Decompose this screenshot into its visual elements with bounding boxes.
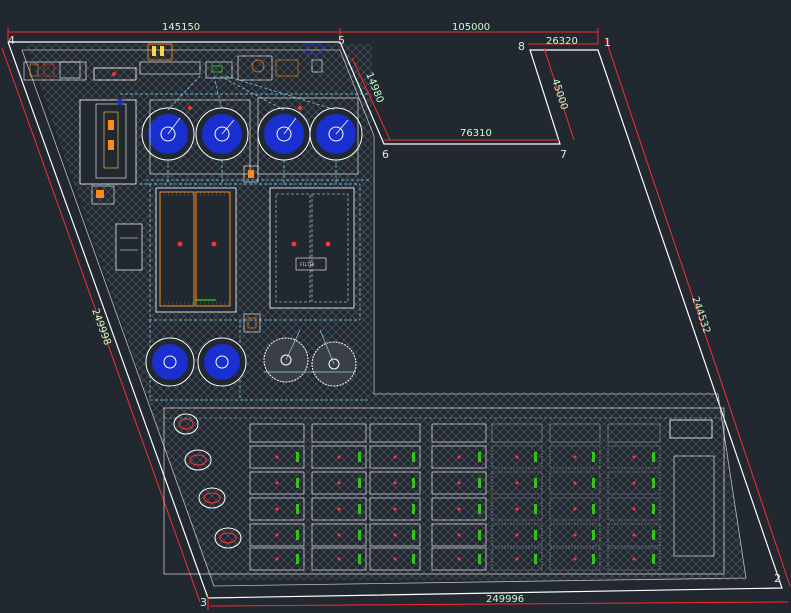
bed-tag (412, 478, 415, 488)
bed-tag (534, 504, 537, 514)
bed-marker (457, 557, 461, 561)
vertex-6: 6 (382, 148, 389, 161)
bed-tag (478, 530, 481, 540)
bed-marker (515, 481, 519, 485)
bed-marker (337, 481, 341, 485)
bed-marker (393, 533, 397, 537)
vertex-2: 2 (774, 572, 781, 585)
bed-tag (652, 530, 655, 540)
vertex-3: 3 (200, 596, 207, 609)
bed-marker (515, 533, 519, 537)
bed-tag (592, 554, 595, 564)
bed-tag (296, 554, 299, 564)
bed-tag (358, 554, 361, 564)
aeration-basin (155, 187, 237, 313)
dim-notch-width: 26320 (546, 36, 578, 47)
bed-tag (652, 452, 655, 462)
bed-tag (412, 554, 415, 564)
bed-marker (337, 557, 341, 561)
vertex-5: 5 (338, 34, 345, 47)
dim-top-right: 105000 (452, 22, 490, 33)
bed-tag (296, 478, 299, 488)
bed-marker (275, 557, 279, 561)
bed-tag (478, 504, 481, 514)
bed-marker (457, 507, 461, 511)
dim-notch-depth: 45000 (549, 78, 569, 112)
thickener-label: FILTER (300, 262, 315, 267)
dim-left-diagonal: 249998 (89, 307, 112, 347)
bed-marker (573, 557, 577, 561)
bed-marker (573, 507, 577, 511)
bed-marker (275, 507, 279, 511)
bed-marker (457, 481, 461, 485)
dim-top-left: 145150 (162, 22, 200, 33)
bed-tag (534, 452, 537, 462)
bed-marker (573, 455, 577, 459)
bed-tag (534, 530, 537, 540)
bed-tag (478, 452, 481, 462)
bed-marker (573, 533, 577, 537)
bed-marker (515, 557, 519, 561)
bed-marker (393, 481, 397, 485)
bed-tag (358, 504, 361, 514)
vertex-7: 7 (560, 148, 567, 161)
bed-marker (275, 533, 279, 537)
bed-marker (457, 533, 461, 537)
bed-marker (393, 507, 397, 511)
dim-right-diagonal: 244532 (689, 295, 712, 335)
bed-tag (534, 478, 537, 488)
bed-tag (652, 554, 655, 564)
bed-marker (632, 533, 636, 537)
vertex-4: 4 (8, 34, 15, 47)
bed-tag (296, 530, 299, 540)
bed-tag (592, 452, 595, 462)
bed-tag (296, 452, 299, 462)
bed-tag (358, 478, 361, 488)
bed-marker (515, 455, 519, 459)
bed-marker (337, 455, 341, 459)
cad-drawing: 145150 105000 26320 45000 76310 14980 24… (1, 22, 791, 610)
dim-bottom: 249996 (486, 594, 524, 605)
bed-tag (412, 504, 415, 514)
bed-marker (337, 533, 341, 537)
bed-tag (412, 530, 415, 540)
bed-tag (592, 530, 595, 540)
bed-tag (592, 504, 595, 514)
bed-marker (632, 507, 636, 511)
vertex-8: 8 (518, 40, 525, 53)
dim-notch-bottom: 76310 (460, 128, 492, 139)
bed-marker (275, 455, 279, 459)
bed-marker (632, 455, 636, 459)
bed-marker (515, 507, 519, 511)
secondary-basin: FILTER (269, 187, 355, 309)
bed-tag (412, 452, 415, 462)
bed-marker (632, 481, 636, 485)
bed-tag (478, 554, 481, 564)
bed-tag (478, 478, 481, 488)
bed-marker (573, 481, 577, 485)
bed-tag (534, 554, 537, 564)
bed-marker (457, 455, 461, 459)
bed-tag (296, 504, 299, 514)
bed-tag (358, 530, 361, 540)
bed-tag (652, 504, 655, 514)
vertex-1: 1 (604, 36, 611, 49)
bed-marker (275, 481, 279, 485)
bed-tag (652, 478, 655, 488)
bed-marker (337, 507, 341, 511)
bed-marker (632, 557, 636, 561)
bed-marker (393, 455, 397, 459)
bed-marker (393, 557, 397, 561)
bed-tag (358, 452, 361, 462)
bed-tag (592, 478, 595, 488)
